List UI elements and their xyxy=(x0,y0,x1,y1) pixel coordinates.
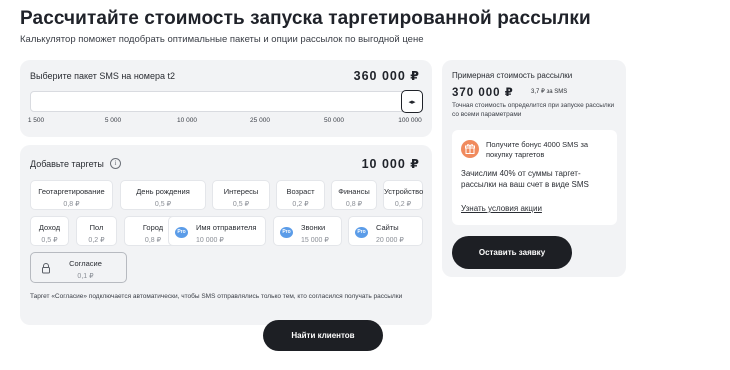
target-chip-price: 0,8 ₽ xyxy=(345,201,363,208)
page-subtitle: Калькулятор поможет подобрать оптимальны… xyxy=(20,34,424,45)
package-slider-track[interactable] xyxy=(30,91,423,112)
target-chip-price: 0,2 ₽ xyxy=(292,201,309,208)
consent-footnote: Таргет «Согласие» подключается автоматич… xyxy=(30,293,403,300)
slider-ticks: 1 500 5 000 10 000 25 000 50 000 100 000 xyxy=(27,117,423,127)
target-chip-consent: Согласие 0,1 ₽ xyxy=(30,252,127,283)
bonus-title: Получите бонус 4000 SMS за покупку тарге… xyxy=(486,140,589,159)
targets-card: Добавьте таргеты i 10 000 ₽ Геотаргетиро… xyxy=(20,145,432,325)
pro-badge-icon: Pro xyxy=(175,227,188,238)
package-card: Выберите пакет SMS на номера t2 360 000 … xyxy=(20,60,432,137)
slider-tick: 100 000 xyxy=(398,117,422,124)
promo-terms-link[interactable]: Узнать условия акции xyxy=(461,204,542,213)
target-chip-name: Интересы xyxy=(223,187,259,196)
pro-badge-icon: Pro xyxy=(280,227,293,238)
target-chip-sender-name[interactable]: Pro Имя отправителя 10 000 ₽ xyxy=(168,216,266,246)
summary-card: Примерная стоимость рассылки 370 000 ₽ 3… xyxy=(442,60,626,277)
target-chip-name: День рождения xyxy=(136,187,190,196)
package-label: Выберите пакет SMS на номера t2 xyxy=(30,71,176,81)
target-chip-price: 0,5 ₽ xyxy=(41,237,58,244)
lock-icon xyxy=(42,263,50,274)
targets-label: Добавьте таргеты xyxy=(30,159,104,169)
slider-tick: 50 000 xyxy=(324,117,344,124)
target-chip-sites[interactable]: Pro Сайты 20 000 ₽ xyxy=(348,216,423,246)
target-chip-price: 0,2 ₽ xyxy=(88,237,105,244)
target-chip-geo[interactable]: Геотаргетирование 0,8 ₽ xyxy=(30,180,113,210)
target-chip-calls[interactable]: Pro Звонки 15 000 ₽ xyxy=(273,216,342,246)
target-chip-age[interactable]: Возраст 0,2 ₽ xyxy=(276,180,325,210)
slider-tick: 25 000 xyxy=(250,117,270,124)
info-icon[interactable]: i xyxy=(110,158,121,169)
slider-arrows-icon[interactable]: ◂▸ xyxy=(401,90,423,113)
target-chip-name: Пол xyxy=(89,223,104,232)
target-chip-income[interactable]: Доход 0,5 ₽ xyxy=(30,216,69,246)
target-chip-name: Доход xyxy=(38,223,61,232)
summary-per-sms: 3,7 ₽ за SMS xyxy=(531,89,568,95)
target-chip-gender[interactable]: Пол 0,2 ₽ xyxy=(76,216,117,246)
summary-note: Точная стоимость определится при запуске… xyxy=(452,102,615,118)
slider-tick: 10 000 xyxy=(177,117,197,124)
target-chip-price: 0,2 ₽ xyxy=(394,201,412,208)
target-chip-birthday[interactable]: День рождения 0,5 ₽ xyxy=(120,180,206,210)
summary-price: 370 000 ₽ xyxy=(452,87,514,99)
slider-tick: 1 500 xyxy=(27,117,45,124)
target-chip-name: Финансы xyxy=(338,187,370,196)
summary-label: Примерная стоимость рассылки xyxy=(452,71,573,80)
target-chip-interests[interactable]: Интересы 0,5 ₽ xyxy=(212,180,270,210)
target-chip-device[interactable]: Устройство 0,2 ₽ xyxy=(383,180,423,210)
pro-badge-icon: Pro xyxy=(355,227,368,238)
target-chip-name: Геотаргетирование xyxy=(38,187,105,196)
target-chip-price: 0,5 ₽ xyxy=(154,201,172,208)
bonus-card: Получите бонус 4000 SMS за покупку тарге… xyxy=(452,130,617,225)
target-chip-price: 0,8 ₽ xyxy=(63,201,80,208)
slider-tick: 5 000 xyxy=(104,117,122,124)
submit-request-button[interactable]: Оставить заявку xyxy=(452,236,572,269)
target-chip-price: 0,5 ₽ xyxy=(232,201,250,208)
target-chip-name: Устройство xyxy=(384,187,424,196)
package-price: 360 000 ₽ xyxy=(353,69,420,83)
find-clients-button[interactable]: Найти клиентов xyxy=(263,320,383,351)
target-chip-finance[interactable]: Финансы 0,8 ₽ xyxy=(331,180,377,210)
page-title: Рассчитайте стоимость запуска таргетиров… xyxy=(20,8,591,29)
bonus-text: Зачислим 40% от суммы таргет-рассылки на… xyxy=(461,169,589,189)
target-chip-name: Возраст xyxy=(286,187,315,196)
gift-icon xyxy=(461,140,479,158)
targets-price: 10 000 ₽ xyxy=(361,157,420,171)
